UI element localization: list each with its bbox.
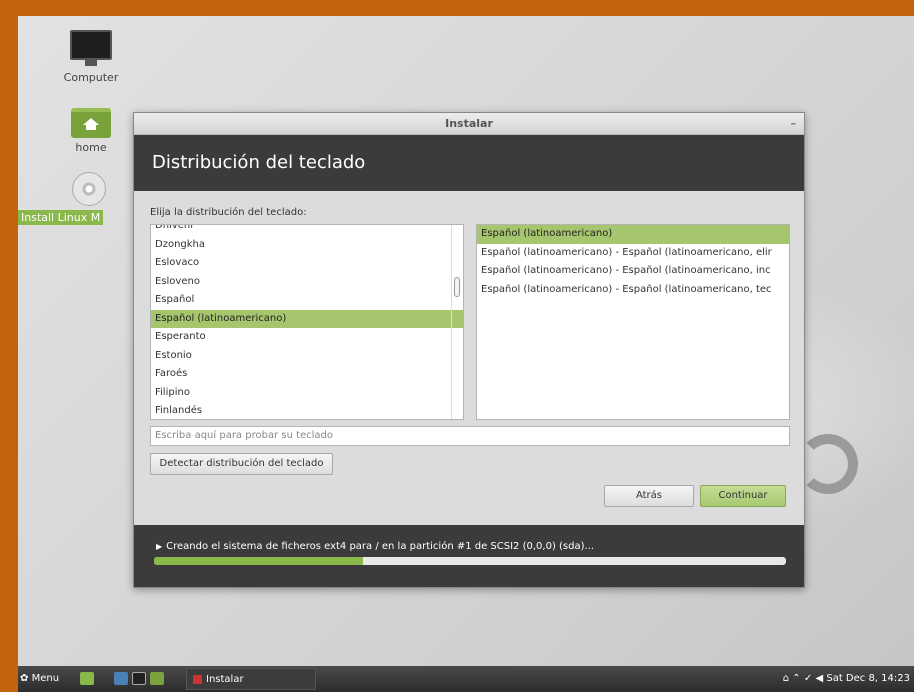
browser-icon[interactable] [114, 672, 128, 685]
taskbar: ✿ Menu Instalar ⌂ ⌃ ✓ ◀ Sat Dec 8, 14:23 [18, 666, 914, 692]
layout-item[interactable]: Eslovaco [151, 254, 463, 273]
layout-item[interactable]: Filipino [151, 384, 463, 403]
terminal-icon[interactable] [132, 672, 146, 685]
taskbar-window-instalar[interactable]: Instalar [186, 668, 316, 690]
installer-window: Instalar – Distribución del teclado Elij… [133, 112, 805, 588]
layout-item[interactable]: Dzongkha [151, 236, 463, 255]
layout-item[interactable]: Dhivehi [151, 225, 463, 236]
menu-label: Menu [31, 673, 60, 684]
show-desktop-icon[interactable] [80, 672, 94, 685]
update-icon[interactable]: ✓ [804, 673, 812, 684]
window-title: Instalar [445, 117, 493, 130]
continue-button[interactable]: Continuar [700, 485, 786, 507]
system-tray: ⌂ ⌃ ✓ ◀ Sat Dec 8, 14:23 [783, 666, 910, 692]
computer-icon [70, 30, 112, 66]
layout-prompt: Elija la distribución del teclado: [150, 207, 307, 218]
window-icon [193, 674, 202, 684]
layout-item[interactable]: Estonio [151, 347, 463, 366]
window-titlebar[interactable]: Instalar – [134, 113, 804, 135]
desktop-icon-install[interactable]: Install Linux M [18, 172, 138, 225]
disc-icon [72, 172, 106, 206]
network-icon[interactable]: ⌂ [783, 673, 789, 684]
files-icon[interactable] [150, 672, 164, 685]
layout-scrollbar[interactable] [451, 225, 463, 419]
up-arrow-icon[interactable]: ⌃ [792, 673, 800, 684]
home-folder-icon [71, 108, 111, 138]
minimize-button[interactable]: – [791, 113, 797, 135]
variant-item[interactable]: Español (latinoamericano) - Español (lat… [477, 244, 789, 263]
page-title: Distribución del teclado [134, 135, 804, 191]
desktop-icon-home[interactable]: home [46, 108, 136, 154]
window-content: Elija la distribución del teclado: Dhive… [134, 191, 804, 525]
menu-icon: ✿ [20, 673, 29, 684]
wallpaper-ring [798, 434, 858, 494]
volume-icon[interactable]: ◀ [815, 673, 823, 684]
variant-item[interactable]: Español (latinoamericano) - Español (lat… [477, 262, 789, 281]
keyboard-test-input[interactable]: Escriba aquí para probar su teclado [150, 426, 790, 446]
status-text: Creando el sistema de ficheros ext4 para… [166, 541, 595, 552]
install-progress-panel: ▶ Creando el sistema de ficheros ext4 par… [134, 525, 804, 587]
desktop-icon-label: Computer [63, 71, 119, 84]
layout-item[interactable]: Esloveno [151, 273, 463, 292]
layout-item[interactable]: Finlandés [151, 402, 463, 419]
layout-item[interactable]: Faroés [151, 365, 463, 384]
variant-item-selected[interactable]: Español (latinoamericano) [477, 225, 789, 244]
layout-item[interactable]: Esperanto [151, 328, 463, 347]
taskbar-window-label: Instalar [206, 674, 244, 685]
status-line[interactable]: ▶ Creando el sistema de ficheros ext4 par… [156, 541, 594, 552]
desktop-icon-label: Install Linux M [18, 210, 104, 225]
variant-list[interactable]: Español (latinoamericano) Español (latin… [476, 224, 790, 420]
house-icon [83, 118, 99, 130]
detect-layout-button[interactable]: Detectar distribución del teclado [150, 453, 333, 475]
progress-bar-fill [154, 557, 363, 565]
variant-item[interactable]: Español (latinoamericano) - Español (lat… [477, 281, 789, 300]
layout-item-selected[interactable]: Español (latinoamericano) [151, 309, 463, 328]
progress-bar [154, 557, 786, 565]
back-button[interactable]: Atrás [604, 485, 694, 507]
desktop-icon-computer[interactable]: Computer [46, 30, 136, 84]
layout-list[interactable]: Dhivehi Dzongkha Eslovaco Esloveno Españ… [150, 224, 464, 420]
clock[interactable]: Sat Dec 8, 14:23 [826, 673, 910, 684]
expand-arrow-icon: ▶ [156, 542, 163, 551]
menu-button[interactable]: ✿ Menu [20, 666, 59, 692]
scrollbar-thumb[interactable] [454, 277, 460, 297]
layout-item[interactable]: Español [151, 291, 463, 310]
desktop-icon-label: home [75, 141, 107, 154]
